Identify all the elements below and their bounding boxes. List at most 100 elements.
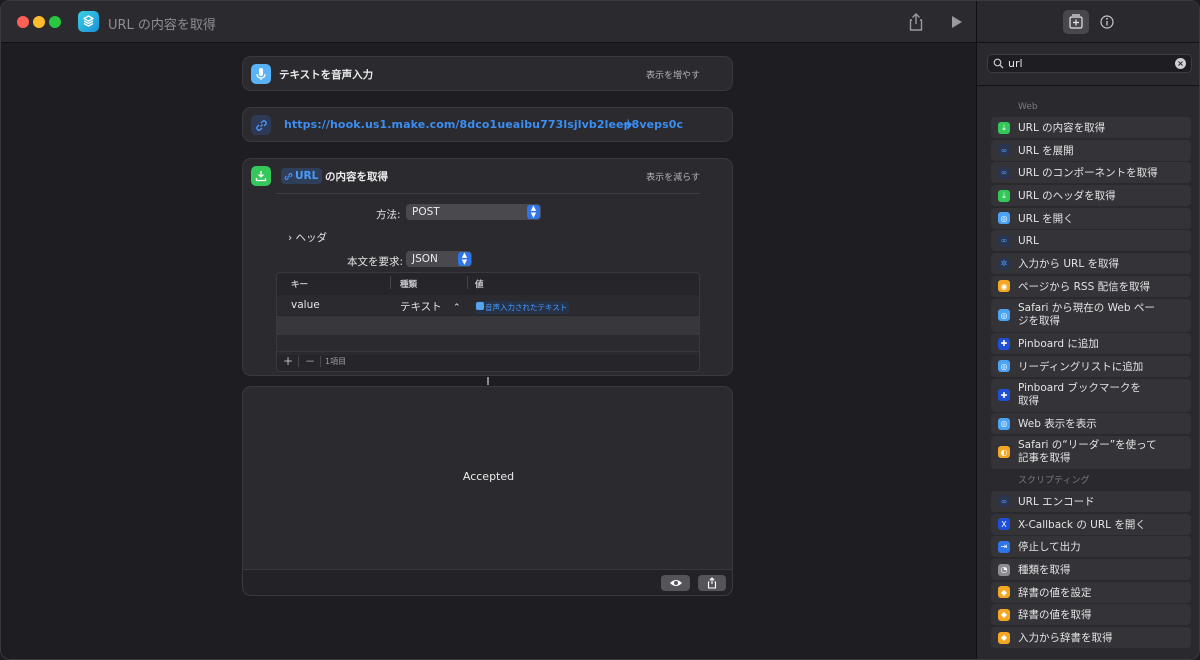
action-list-item[interactable]: ◆ 入力から辞書を取得 — [991, 627, 1191, 649]
method-label: 方法: — [376, 209, 401, 221]
panel-tabs — [977, 1, 1199, 43]
remove-row-button[interactable]: − — [305, 354, 315, 368]
action-list-item[interactable]: ∞ URL — [991, 230, 1191, 252]
action-list-item[interactable]: ⤓ URL のヘッダを取得 — [991, 185, 1191, 207]
dictated-text-token[interactable]: 音声入力されたテキスト — [475, 301, 570, 314]
title-bar: URL の内容を取得 — [1, 1, 976, 43]
safari-icon: ◎ — [998, 417, 1010, 430]
zoom-window-button[interactable] — [49, 16, 61, 28]
action-list-item[interactable]: ◎ リーディングリストに追加 — [991, 355, 1191, 377]
action-list-item[interactable]: ⤓ URL の内容を取得 — [991, 117, 1191, 138]
shortcut-icon[interactable] — [78, 11, 99, 32]
action-list-item[interactable]: ◐ Safari の“リーダー”を使って 記事を取得 — [991, 435, 1191, 469]
column-header-key: キー — [291, 280, 309, 290]
request-body-select[interactable]: JSON ▲ ▼ — [406, 251, 472, 267]
get-contents-of-url-action[interactable]: URL の内容を取得 表示を減らす 方法: POST ▲ ▼ › ヘッダ 本文を要… — [242, 158, 733, 376]
action-list-item[interactable]: ◔ 種類を取得 — [991, 559, 1191, 580]
action-list-item-label: 停止して出力 — [1018, 541, 1081, 554]
add-row-button[interactable]: + — [283, 354, 293, 368]
add-action-icon — [1069, 14, 1083, 29]
column-header-value: 値 — [475, 280, 484, 290]
action-list-item[interactable]: ◉ ページから RSS 配信を取得 — [991, 275, 1191, 297]
pin-icon: ✚ — [998, 389, 1010, 402]
action-list-item[interactable]: ✲ 入力から URL を取得 — [991, 253, 1191, 275]
section-header: Web — [1018, 102, 1038, 112]
json-fields-table: キー 種類 値 value テキスト ⌃ 音声入力されたテキスト + − 1項目 — [276, 272, 700, 372]
method-value: POST — [412, 206, 440, 218]
share-icon — [707, 577, 717, 589]
dictionary-icon: ◆ — [998, 631, 1010, 644]
row-type[interactable]: テキスト ⌃ — [400, 299, 461, 314]
action-list-item[interactable]: X X-Callback の URL を開く — [991, 513, 1191, 535]
request-body-value: JSON — [412, 253, 438, 265]
url-token-label: URL — [295, 170, 319, 182]
action-results-list: Web ⤓ URL の内容を取得 ∞ URL を展開 ∞ URL のコンポーネントを取得 ⤓ U… — [991, 97, 1191, 650]
link-icon — [251, 115, 271, 135]
action-list-item[interactable]: ◆ 辞書の値を取得 — [991, 604, 1191, 626]
type-icon: ◔ — [998, 563, 1010, 576]
share-result-button[interactable] — [698, 575, 726, 591]
close-window-button[interactable] — [17, 16, 29, 28]
method-select[interactable]: POST ▲ ▼ — [406, 204, 541, 220]
action-list-item-label: 種類を取得 — [1018, 564, 1071, 576]
gear-icon: ✲ — [998, 257, 1010, 270]
table-footer: + − 1項目 — [277, 351, 699, 371]
action-list-item[interactable]: ◎ Safari から現在の Web ペー ジを取得 — [991, 298, 1191, 332]
dictionary-icon: ◆ — [998, 586, 1010, 599]
action-list-item-label: Safari から現在の Web ペー ジを取得 — [1018, 302, 1155, 327]
action-list-item-label: 入力から URL を取得 — [1018, 258, 1120, 271]
action-list-item[interactable]: ⇥ 停止して出力 — [991, 536, 1191, 558]
action-list-item[interactable]: ∞ URL を展開 — [991, 139, 1191, 161]
minimize-window-button[interactable] — [33, 16, 45, 28]
action-parameters: 方法: POST ▲ ▼ › ヘッダ 本文を要求: JSON ▲ ▼ キー 種類… — [276, 193, 700, 372]
result-toolbar — [243, 569, 732, 595]
pin-icon: ✚ — [998, 337, 1010, 350]
action-list-item-label: Pinboard ブックマークを 取得 — [1018, 382, 1141, 408]
table-row[interactable]: value テキスト ⌃ 音声入力されたテキスト — [277, 295, 699, 315]
action-search[interactable]: × — [987, 54, 1192, 73]
reader-icon: ◐ — [998, 446, 1010, 459]
action-list-item-label: Web 表示を表示 — [1018, 418, 1097, 431]
show-more-button[interactable]: 表示を増やす — [646, 68, 700, 81]
action-list-item[interactable]: ✚ Pinboard ブックマークを 取得 — [991, 378, 1191, 412]
url-action[interactable]: https://hook.us1.make.com/8dco1ueaibu773… — [242, 107, 733, 142]
dictate-text-action[interactable]: テキストを音声入力 表示を増やす — [242, 56, 733, 91]
microphone-icon — [476, 302, 484, 310]
search-input[interactable] — [1008, 56, 1168, 71]
chevron-updown-icon: ▲ ▼ — [458, 252, 471, 266]
result-preview: Accepted — [242, 386, 733, 596]
action-list-item[interactable]: ◆ 辞書の値を設定 — [991, 581, 1191, 603]
show-less-button[interactable]: 表示を減らす — [646, 170, 700, 183]
download-icon — [251, 166, 271, 186]
quick-look-button[interactable] — [661, 575, 690, 591]
chevron-updown-icon: ⌃ — [453, 303, 461, 313]
dictionary-icon: ◆ — [998, 608, 1010, 621]
row-key[interactable]: value — [291, 299, 320, 311]
action-list-item[interactable]: ◎ URL を開く — [991, 207, 1191, 229]
info-tab[interactable] — [1094, 10, 1120, 34]
run-icon[interactable] — [948, 12, 968, 32]
action-list-item[interactable]: ∞ URL のコンポーネントを取得 — [991, 162, 1191, 184]
link-icon: ∞ — [998, 166, 1010, 179]
action-list-item-label: URL の内容を取得 — [1018, 122, 1106, 134]
editor-canvas: テキストを音声入力 表示を増やす https://hook.us1.make.c… — [1, 44, 976, 659]
action-list-item-label: URL を開く — [1018, 212, 1074, 225]
action-list-item-label: 辞書の値を設定 — [1018, 586, 1092, 599]
action-title: の内容を取得 — [325, 171, 388, 183]
share-icon[interactable] — [907, 12, 927, 32]
microphone-icon — [251, 64, 271, 84]
action-list-item[interactable]: ∞ URL エンコード — [991, 490, 1191, 512]
action-list-item[interactable]: ◎ Web 表示を表示 — [991, 413, 1191, 435]
action-title: テキストを音声入力 — [279, 69, 374, 81]
headers-disclosure[interactable]: › ヘッダ — [288, 230, 327, 245]
action-list-item-label: ページから RSS 配信を取得 — [1018, 280, 1151, 293]
safari-icon: ◎ — [998, 360, 1010, 373]
action-list-item-label: 入力から辞書を取得 — [1018, 632, 1113, 645]
url-variable-token[interactable]: URL — [281, 168, 323, 184]
add-url-button[interactable]: + — [622, 115, 635, 133]
column-header-type: 種類 — [400, 280, 418, 290]
action-library-tab[interactable] — [1063, 10, 1089, 34]
clear-search-icon[interactable]: × — [1175, 58, 1186, 69]
link-icon: ∞ — [998, 234, 1010, 247]
action-list-item[interactable]: ✚ Pinboard に追加 — [991, 333, 1191, 355]
